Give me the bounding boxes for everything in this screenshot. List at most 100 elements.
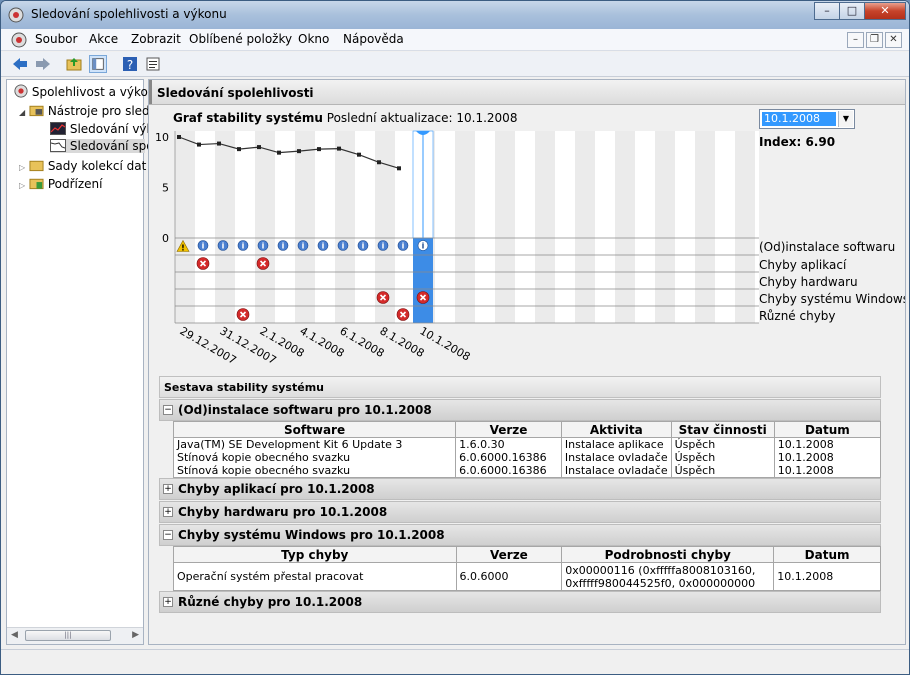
stability-chart: 1050! i i i i i i i i i i i i29.12.200731.12.20072.1… [155, 130, 759, 367]
back-arrow-icon[interactable] [11, 55, 29, 73]
chart-day-stripe [735, 131, 755, 323]
expand-icon[interactable]: + [163, 484, 173, 494]
scroll-left-icon[interactable]: ◀ [11, 630, 18, 640]
tree-item-root[interactable]: Spolehlivost a výkon [14, 84, 155, 99]
cell-version: 6.0.6000 [455, 562, 563, 591]
col-date[interactable]: Datum [773, 546, 881, 563]
info-icon-glyph: i [382, 242, 385, 251]
row-label-software: (Od)instalace softwaru [759, 240, 896, 254]
chart-day-stripe [175, 131, 195, 323]
tree-horizontal-scrollbar[interactable]: ◀ ||| ▶ [7, 627, 143, 644]
failure-details-line-2: 0xfffff980044525f0, 0x000000000 [565, 576, 756, 590]
stability-point [297, 149, 301, 154]
info-icon-glyph: i [422, 242, 425, 251]
row-label-hardware-failures: Chyby hardwaru [759, 275, 858, 289]
close-button[interactable]: ✕ [864, 2, 906, 20]
table-row[interactable]: Operační systém přestal pracovat 6.0.600… [173, 562, 881, 591]
section-hardware-failures[interactable]: + Chyby hardwaru pro 10.1.2008 [159, 501, 881, 523]
cell-software: Stínová kopie obecného svazku [172, 464, 457, 478]
col-status[interactable]: Stav činnosti [670, 421, 775, 438]
col-software[interactable]: Software [172, 421, 457, 438]
col-date[interactable]: Datum [773, 421, 882, 438]
maximize-button[interactable]: □ [839, 2, 865, 20]
chart-day-stripe [295, 131, 315, 323]
cell-version: 1.6.0.30 [455, 437, 562, 451]
stability-point [277, 150, 281, 155]
tree-item-reports[interactable]: ▷ Podřízení [19, 176, 102, 191]
menu-soubor[interactable]: Soubor [35, 32, 77, 46]
cell-activity: Instalace ovladače [560, 451, 672, 464]
scroll-thumb[interactable]: ||| [25, 630, 111, 641]
menu-zobrazit[interactable]: Zobrazit [131, 32, 181, 46]
collapse-triangle-icon[interactable]: ◢ [19, 108, 25, 117]
cell-software: Stínová kopie obecného svazku [172, 451, 457, 464]
col-version[interactable]: Verze [455, 421, 562, 438]
tree-item-label: Spolehlivost a výkon [31, 85, 156, 99]
forward-arrow-icon[interactable] [34, 55, 52, 73]
col-failure-type[interactable]: Typ chyby [173, 546, 457, 563]
chart-day-stripe [455, 131, 475, 323]
section-label: Chyby systému Windows pro 10.1.2008 [178, 528, 445, 542]
app-menu-icon[interactable] [11, 32, 27, 48]
menu-akce[interactable]: Akce [89, 32, 118, 46]
minimize-button[interactable]: – [814, 2, 840, 20]
cell-date: 10.1.2008 [773, 451, 882, 464]
col-version[interactable]: Verze [455, 546, 563, 563]
info-icon-glyph: i [402, 242, 405, 251]
chart-day-stripe [575, 131, 595, 323]
mdi-close-button[interactable]: ✕ [885, 32, 902, 48]
table-row[interactable]: Java(TM) SE Development Kit 6 Update 3 1.… [172, 437, 882, 451]
tree-item-reliability-monitor[interactable]: Sledování spo [50, 139, 154, 153]
title-bar: Sledování spolehlivosti a výkonu – □ ✕ [1, 1, 909, 29]
info-icon-glyph: i [302, 242, 305, 251]
collapse-icon[interactable]: − [163, 530, 173, 540]
stability-point [317, 147, 321, 152]
properties-icon[interactable] [144, 55, 162, 73]
stability-index: Index: 6.90 [759, 135, 836, 149]
tree-item-data-collector-sets[interactable]: ▷ Sady kolekcí dat [19, 158, 146, 173]
col-failure-details[interactable]: Podrobnosti chyby [561, 546, 775, 563]
cell-status: Úspěch [670, 437, 775, 451]
mdi-minimize-button[interactable]: – [847, 32, 864, 48]
x-tick-label: 10.1.2008 [418, 324, 473, 363]
cell-date: 10.1.2008 [773, 437, 882, 451]
col-activity[interactable]: Aktivita [560, 421, 672, 438]
expand-icon[interactable]: + [163, 597, 173, 607]
section-misc-failures[interactable]: + Různé chyby pro 10.1.2008 [159, 591, 881, 613]
expand-icon[interactable]: + [163, 507, 173, 517]
table-row[interactable]: Stínová kopie obecného svazku 6.0.6000.16… [172, 464, 882, 478]
menu-oblibene[interactable]: Oblíbené položky [189, 32, 292, 46]
mdi-restore-button[interactable]: ❐ [866, 32, 883, 48]
expand-triangle-icon[interactable]: ▷ [19, 181, 25, 190]
section-software[interactable]: − (Od)instalace softwaru pro 10.1.2008 [159, 399, 881, 421]
stability-point [237, 147, 241, 152]
menu-napoveda[interactable]: Nápověda [343, 32, 404, 46]
date-select-value: 10.1.2008 [762, 112, 836, 126]
section-label: Chyby aplikací pro 10.1.2008 [178, 482, 375, 496]
cell-date: 10.1.2008 [773, 464, 882, 478]
tree-item-label: Sledování výk [69, 122, 154, 136]
section-label: Různé chyby pro 10.1.2008 [178, 595, 363, 609]
menu-okno[interactable]: Okno [298, 32, 329, 46]
section-label: (Od)instalace softwaru pro 10.1.2008 [178, 403, 432, 417]
help-icon[interactable]: ? [121, 55, 139, 73]
x-tick-label: 8.1.2008 [378, 324, 427, 360]
scroll-right-icon[interactable]: ▶ [132, 630, 139, 640]
tree-item-tools[interactable]: ◢ Nástroje pro sled [19, 103, 150, 118]
table-row[interactable]: Stínová kopie obecného svazku 6.0.6000.16… [172, 451, 882, 464]
cell-failure-details: 0x00000116 (0xfffffa8008103160, 0xfffff98… [561, 562, 775, 591]
info-icon-glyph: i [362, 242, 365, 251]
show-hide-tree-icon[interactable] [89, 55, 107, 73]
up-folder-icon[interactable] [65, 55, 83, 73]
dropdown-arrow-icon[interactable]: ▼ [838, 111, 853, 127]
collapse-icon[interactable]: − [163, 405, 173, 415]
section-windows-failures[interactable]: − Chyby systému Windows pro 10.1.2008 [159, 524, 881, 546]
stability-point [397, 166, 401, 171]
tree-item-perf-monitor[interactable]: Sledování výk [50, 122, 153, 136]
tree-item-label: Nástroje pro sled [47, 104, 150, 118]
date-select[interactable]: 10.1.2008 ▼ [759, 109, 855, 129]
section-app-failures[interactable]: + Chyby aplikací pro 10.1.2008 [159, 478, 881, 500]
expand-triangle-icon[interactable]: ▷ [19, 163, 25, 172]
y-tick-label: 10 [155, 131, 169, 144]
cell-status: Úspěch [670, 451, 775, 464]
